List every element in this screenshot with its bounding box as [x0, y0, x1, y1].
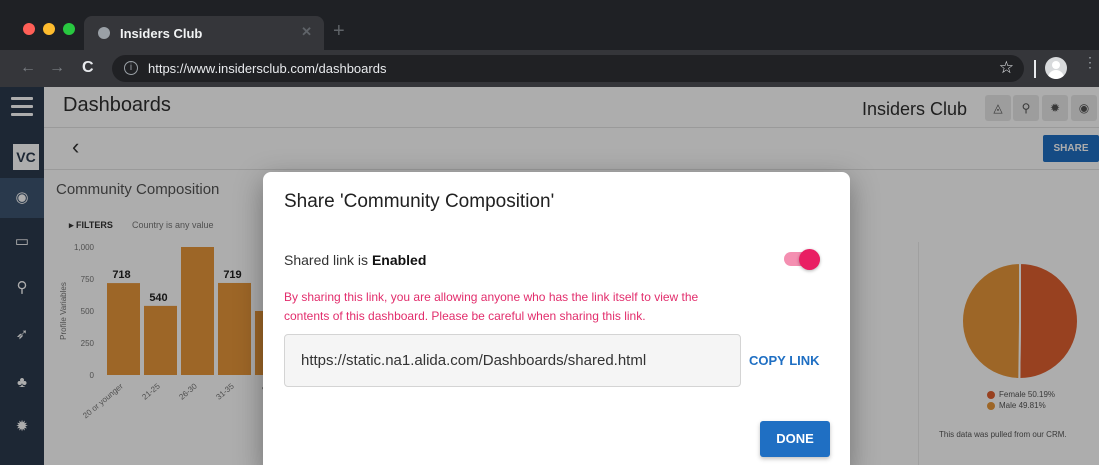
- warning-line: contents of this dashboard. Please be ca…: [284, 309, 646, 323]
- screen: Insiders Club ✕ + ← → C i https://www.in…: [0, 0, 1099, 465]
- share-link-text[interactable]: https://static.na1.alida.com/Dashboards/…: [301, 352, 646, 369]
- address-bar[interactable]: i https://www.insidersclub.com/dashboard…: [112, 55, 1024, 82]
- browser-toolbar: ← → C i https://www.insidersclub.com/das…: [0, 50, 1099, 87]
- shared-link-status: Shared link is Enabled: [284, 252, 426, 268]
- tab-favicon-icon: [98, 27, 110, 39]
- dialog-title: Share 'Community Composition': [284, 191, 555, 212]
- bookmark-star-icon[interactable]: ☆: [999, 58, 1014, 78]
- shared-link-state: Enabled: [371, 252, 427, 268]
- browser-menu-icon[interactable]: ⋮: [1083, 55, 1097, 69]
- copy-link-button[interactable]: COPY LINK: [749, 353, 820, 368]
- back-arrow-icon[interactable]: ←: [20, 59, 36, 77]
- warning-line: By sharing this link, you are allowing a…: [284, 290, 699, 304]
- browser-tab[interactable]: Insiders Club ✕: [84, 16, 324, 50]
- maximize-window-button[interactable]: [63, 23, 75, 35]
- done-button[interactable]: DONE: [760, 421, 830, 457]
- forward-arrow-icon[interactable]: →: [49, 59, 65, 77]
- reload-icon[interactable]: C: [82, 59, 94, 77]
- tab-close-icon[interactable]: ✕: [301, 24, 312, 40]
- share-link-field[interactable]: https://static.na1.alida.com/Dashboards/…: [284, 334, 741, 387]
- site-info-icon[interactable]: i: [124, 61, 138, 75]
- address-url[interactable]: https://www.insidersclub.com/dashboards: [148, 61, 386, 76]
- new-tab-icon[interactable]: +: [333, 21, 345, 41]
- share-dialog: Share 'Community Composition' Shared lin…: [263, 172, 850, 465]
- share-warning: By sharing this link, you are allowing a…: [284, 288, 804, 326]
- toggle-knob[interactable]: [799, 249, 820, 270]
- tab-title: Insiders Club: [120, 26, 203, 41]
- browser-tab-bar: Insiders Club ✕ +: [0, 0, 1099, 50]
- shared-link-label: Shared link is: [284, 252, 372, 268]
- close-window-button[interactable]: [23, 23, 35, 35]
- toolbar-divider: [1034, 60, 1036, 78]
- minimize-window-button[interactable]: [43, 23, 55, 35]
- profile-avatar-icon[interactable]: [1045, 57, 1067, 79]
